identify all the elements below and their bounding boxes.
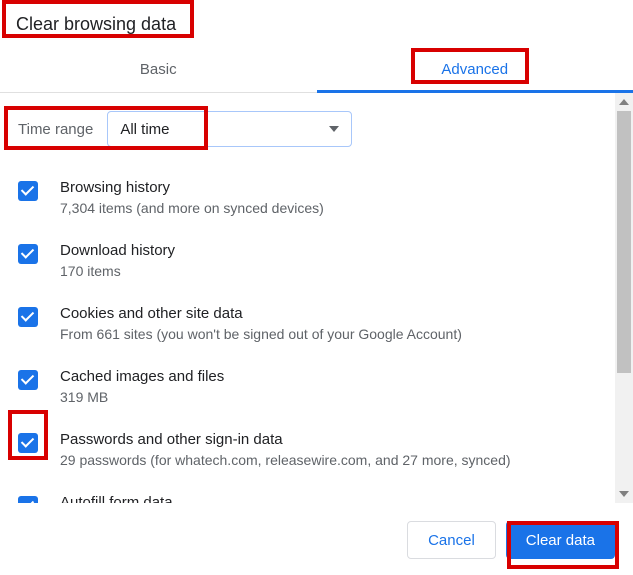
time-range-select[interactable]: All time [107,111,352,147]
item-sub: 29 passwords (for whatech.com, releasewi… [60,452,511,468]
scroll-up-button[interactable] [615,93,633,111]
list-item: Cached images and files 319 MB [18,358,617,421]
tab-advanced[interactable]: Advanced [317,49,633,92]
arrow-up-icon [619,99,629,105]
list-item: Download history 170 items [18,232,617,295]
dialog-title: Clear browsing data [0,0,633,49]
tab-basic[interactable]: Basic [0,49,317,92]
arrow-down-icon [619,491,629,497]
item-label: Cookies and other site data [60,305,462,322]
item-label: Cached images and files [60,368,224,385]
checkbox-passwords[interactable] [18,433,38,453]
time-range-label: Time range [18,121,93,138]
item-sub: From 661 sites (you won't be signed out … [60,326,462,342]
list-item: Autofill form data [18,484,617,503]
list-item: Passwords and other sign-in data 29 pass… [18,421,617,484]
item-sub: 170 items [60,263,175,279]
tabs: Basic Advanced [0,49,633,93]
content-area: Time range All time Browsing history 7,3… [0,93,633,503]
item-label: Autofill form data [60,494,173,503]
checkbox-browsing-history[interactable] [18,181,38,201]
checkbox-autofill[interactable] [18,496,38,503]
scrollbar[interactable] [615,93,633,503]
checkbox-download-history[interactable] [18,244,38,264]
item-sub: 7,304 items (and more on synced devices) [60,200,324,216]
clear-data-button[interactable]: Clear data [506,521,615,559]
item-sub: 319 MB [60,389,224,405]
scroll-track[interactable] [615,111,633,485]
cancel-button[interactable]: Cancel [407,521,496,559]
time-range-value: All time [120,121,169,138]
item-label: Browsing history [60,179,324,196]
checkbox-cookies[interactable] [18,307,38,327]
list-item: Browsing history 7,304 items (and more o… [18,169,617,232]
item-label: Passwords and other sign-in data [60,431,511,448]
time-range-row: Time range All time [18,111,617,147]
dialog-footer: Cancel Clear data [0,503,633,559]
chevron-down-icon [329,126,339,132]
list-item: Cookies and other site data From 661 sit… [18,295,617,358]
scroll-down-button[interactable] [615,485,633,503]
checkbox-cached[interactable] [18,370,38,390]
scroll-thumb[interactable] [617,111,631,373]
item-label: Download history [60,242,175,259]
